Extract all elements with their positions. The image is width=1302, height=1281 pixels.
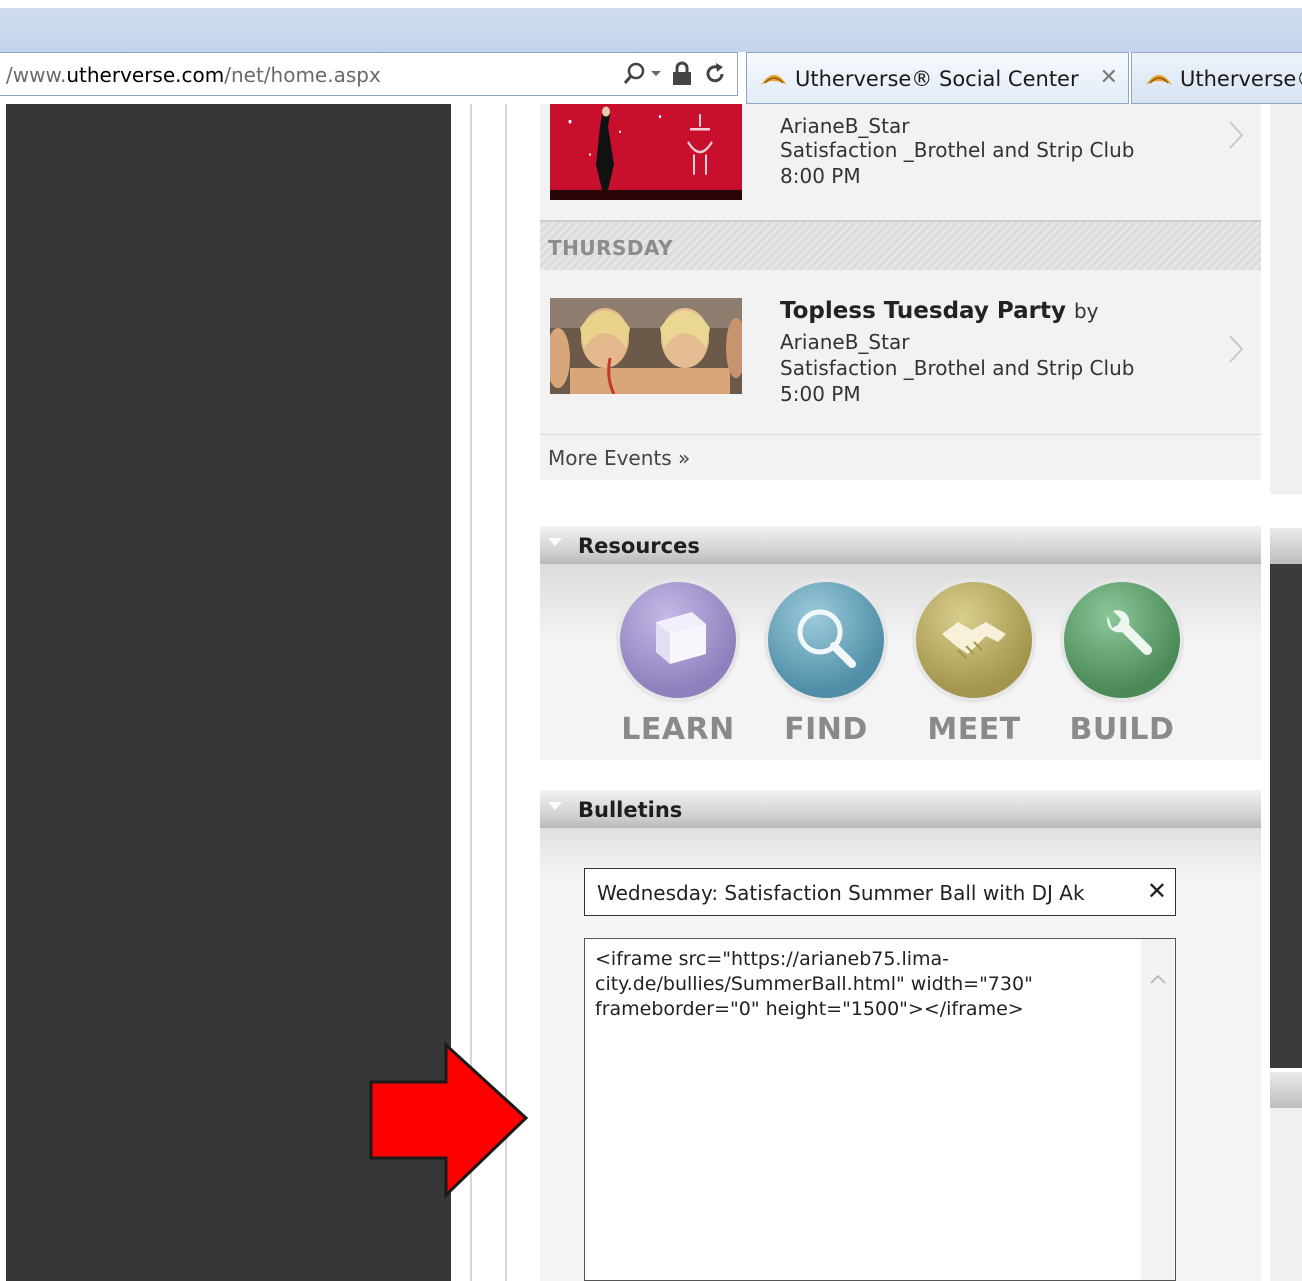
tab-social-center[interactable]: Utherverse® Social Center ✕ bbox=[746, 52, 1129, 104]
resource-label: FIND bbox=[784, 712, 868, 747]
event-title[interactable]: Topless Tuesday Party by bbox=[780, 298, 1099, 324]
learn-button[interactable]: LEARN bbox=[618, 582, 738, 747]
red-arrow-icon bbox=[369, 1042, 529, 1198]
address-bar[interactable]: /www.utherverse.com/net/home.aspx bbox=[0, 52, 738, 96]
tab-utherverse[interactable]: Utherverse® bbox=[1131, 52, 1302, 104]
browser-toolbar bbox=[0, 0, 1302, 52]
panel-title: Bulletins bbox=[578, 798, 683, 822]
bulletins-header[interactable]: Bulletins bbox=[540, 790, 1261, 828]
resource-label: LEARN bbox=[621, 712, 735, 747]
search-icon[interactable] bbox=[621, 61, 661, 87]
right-panel-header[interactable] bbox=[1270, 528, 1302, 564]
bulletin-body-text[interactable]: <iframe src="https://arianeb75.lima-city… bbox=[595, 947, 1115, 1022]
meet-button[interactable]: MEET bbox=[914, 582, 1034, 747]
resource-label: MEET bbox=[927, 712, 1021, 747]
url-text[interactable]: /www.utherverse.com/net/home.aspx bbox=[6, 63, 381, 87]
event-location[interactable]: Satisfaction _Brothel and Strip Club bbox=[780, 138, 1134, 162]
utherverse-logo-icon bbox=[1146, 75, 1172, 85]
bulletins-panel: Wednesday: Satisfaction Summer Ball with… bbox=[540, 828, 1261, 1281]
lock-icon[interactable] bbox=[671, 61, 693, 87]
event-location[interactable]: Satisfaction _Brothel and Strip Club bbox=[780, 356, 1134, 380]
bulletin-subject-field[interactable]: Wednesday: Satisfaction Summer Ball with… bbox=[584, 868, 1176, 916]
resource-label: BUILD bbox=[1069, 712, 1175, 747]
event-thumbnail[interactable] bbox=[550, 104, 742, 200]
day-header: THURSDAY bbox=[540, 220, 1261, 270]
refresh-icon[interactable] bbox=[703, 61, 727, 87]
event-host[interactable]: ArianeB_Star bbox=[780, 114, 909, 138]
collapse-triangle-icon[interactable] bbox=[548, 802, 562, 810]
panel-title: Resources bbox=[578, 534, 700, 558]
tab-label: Utherverse® Social Center bbox=[795, 67, 1079, 91]
chevron-up-icon[interactable] bbox=[1149, 973, 1167, 985]
magnifier-icon[interactable] bbox=[768, 582, 884, 698]
close-tab-icon[interactable]: ✕ bbox=[1100, 65, 1118, 90]
chevron-right-icon[interactable] bbox=[1228, 120, 1244, 150]
tab-label: Utherverse® bbox=[1180, 67, 1302, 91]
clear-subject-icon[interactable]: ✕ bbox=[1147, 877, 1167, 905]
bulletin-body-textarea[interactable]: <iframe src="https://arianeb75.lima-city… bbox=[584, 938, 1176, 1281]
bulletin-subject-text[interactable]: Wednesday: Satisfaction Summer Ball with… bbox=[597, 881, 1085, 905]
find-button[interactable]: FIND bbox=[766, 582, 886, 747]
day-label: THURSDAY bbox=[548, 236, 674, 260]
event-time: 8:00 PM bbox=[780, 164, 861, 188]
collapse-triangle-icon[interactable] bbox=[548, 538, 562, 546]
event-thumbnail[interactable] bbox=[550, 298, 742, 394]
scrollbar[interactable] bbox=[1141, 939, 1175, 1280]
right-column bbox=[1270, 104, 1302, 494]
event-host[interactable]: ArianeB_Star bbox=[780, 330, 909, 354]
resources-panel: LEARN FIND MEET BUILD bbox=[540, 564, 1261, 760]
right-dark-panel bbox=[1270, 528, 1302, 1068]
chevron-right-icon[interactable] bbox=[1228, 334, 1244, 364]
book-icon[interactable] bbox=[620, 582, 736, 698]
handshake-icon[interactable] bbox=[916, 582, 1032, 698]
event-time: 5:00 PM bbox=[780, 382, 861, 406]
utherverse-logo-icon bbox=[761, 75, 787, 85]
event-item[interactable]: ArianeB_Star Satisfaction _Brothel and S… bbox=[540, 104, 1261, 214]
events-list: ArianeB_Star Satisfaction _Brothel and S… bbox=[540, 104, 1261, 480]
event-item[interactable]: Topless Tuesday Party by ArianeB_Star Sa… bbox=[540, 284, 1261, 414]
wrench-icon[interactable] bbox=[1064, 582, 1180, 698]
resources-header[interactable]: Resources bbox=[540, 526, 1261, 564]
more-events-link[interactable]: More Events » bbox=[548, 446, 690, 470]
divider bbox=[540, 434, 1261, 435]
right-panel-header[interactable] bbox=[1270, 1072, 1302, 1108]
build-button[interactable]: BUILD bbox=[1062, 582, 1182, 747]
